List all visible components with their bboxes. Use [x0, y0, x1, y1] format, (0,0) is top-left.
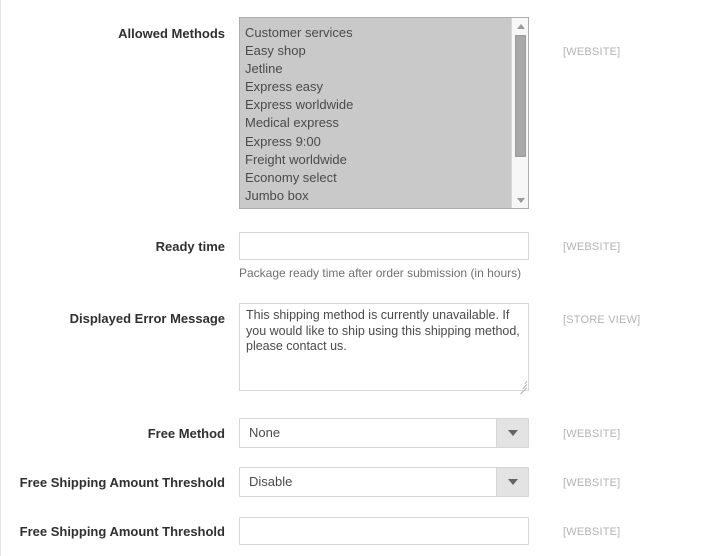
list-item[interactable]: Medical express	[245, 114, 510, 132]
scope-label-ready-time: [WEBSITE]	[563, 241, 621, 253]
list-item[interactable]: Express worldwide	[245, 96, 510, 114]
scroll-up-arrow-icon[interactable]	[512, 19, 528, 33]
scope-label-displayed-error-message: [STORE VIEW]	[563, 314, 641, 326]
free-method-control: None	[239, 418, 529, 448]
field-label-free-shipping-threshold-value: Free Shipping Amount Threshold	[19, 524, 225, 539]
free-shipping-threshold-input[interactable]	[239, 517, 529, 545]
list-item[interactable]: Economy select	[245, 169, 510, 187]
free-shipping-threshold-selected-value: Disable	[249, 474, 293, 489]
scope-label-free-shipping-threshold-enable: [WEBSITE]	[563, 477, 621, 489]
list-item[interactable]: Jetline	[245, 60, 510, 78]
list-item[interactable]: Freight worldwide	[245, 151, 510, 169]
list-item[interactable]: Express easy	[245, 78, 510, 96]
chevron-down-icon[interactable]	[496, 419, 528, 447]
page-left-edge	[0, 0, 1, 556]
scroll-down-arrow-icon[interactable]	[512, 193, 528, 207]
ready-time-hint: Package ready time after order submissio…	[239, 266, 522, 280]
field-label-free-shipping-threshold-enable: Free Shipping Amount Threshold	[19, 475, 225, 490]
scope-label-free-method: [WEBSITE]	[563, 428, 621, 440]
allowed-methods-multiselect[interactable]: Customer services Easy shop Jetline Expr…	[239, 17, 529, 209]
ready-time-input[interactable]	[239, 232, 529, 260]
field-label-free-method: Free Method	[147, 426, 225, 441]
chevron-down-icon[interactable]	[496, 468, 528, 496]
free-shipping-threshold-select[interactable]: Disable	[239, 467, 529, 497]
free-method-select[interactable]: None	[239, 418, 529, 448]
field-label-displayed-error-message: Displayed Error Message	[69, 311, 225, 326]
list-item[interactable]: Customer services	[245, 24, 510, 42]
list-item[interactable]: Jumbo box	[245, 187, 510, 205]
scrollbar-thumb[interactable]	[515, 35, 526, 157]
free-method-selected-value: None	[249, 425, 281, 440]
list-item[interactable]: Easy shop	[245, 42, 510, 60]
displayed-error-message-control: This shipping method is currently unavai…	[239, 303, 529, 395]
free-shipping-threshold-enable-control: Disable	[239, 467, 529, 497]
ready-time-control	[239, 232, 529, 260]
displayed-error-message-textarea[interactable]: This shipping method is currently unavai…	[239, 303, 529, 391]
field-label-allowed-methods: Allowed Methods	[118, 26, 225, 41]
scope-label-allowed-methods: [WEBSITE]	[563, 46, 621, 58]
list-item[interactable]: Express 9:00	[245, 133, 510, 151]
allowed-methods-option-list: Customer services Easy shop Jetline Expr…	[240, 18, 510, 205]
field-label-ready-time: Ready time	[155, 239, 225, 254]
free-shipping-threshold-value-control	[239, 517, 529, 545]
scope-label-free-shipping-threshold-value: [WEBSITE]	[563, 526, 621, 538]
allowed-methods-scrollbar[interactable]	[511, 18, 528, 208]
allowed-methods-control: Customer services Easy shop Jetline Expr…	[239, 17, 529, 209]
